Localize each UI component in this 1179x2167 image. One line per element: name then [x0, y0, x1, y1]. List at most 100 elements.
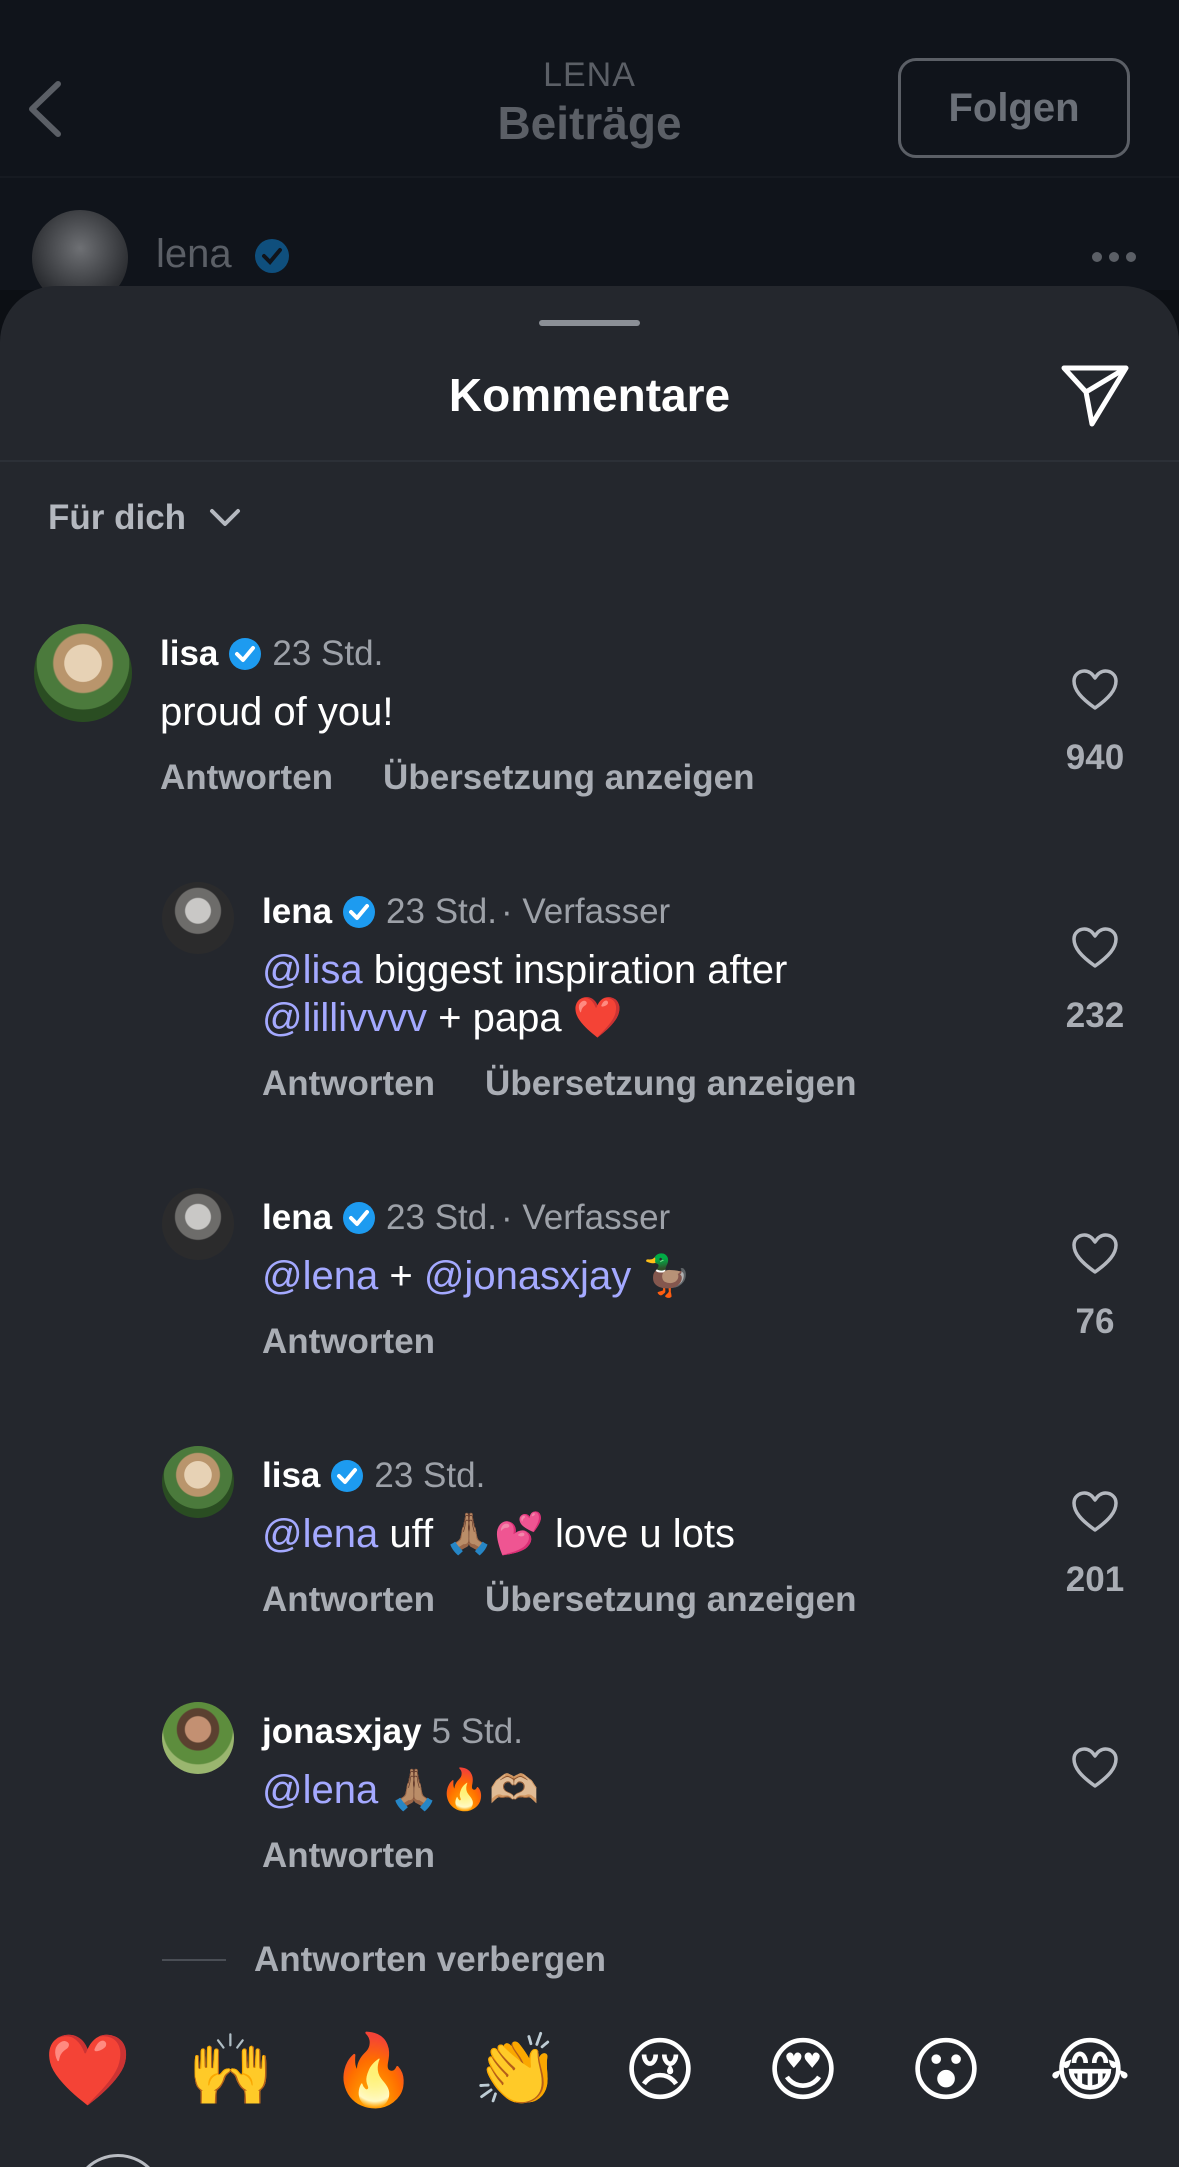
reply-button[interactable]: Antworten	[160, 758, 333, 798]
comment-time: 23 Std.	[374, 1456, 486, 1495]
comments-sheet: Kommentare Für dich lisa 23 Std. proud o…	[0, 286, 1179, 2167]
comment-time: 23 Std.	[272, 634, 384, 673]
commenter-username[interactable]: lena	[262, 1198, 332, 1238]
heart-icon[interactable]	[1071, 668, 1119, 712]
hide-replies-button[interactable]: Antworten verbergen	[162, 1940, 606, 1980]
comment-time: 5 Std.	[431, 1712, 523, 1751]
comment-actions: Antworten	[262, 1836, 435, 1876]
comment-body: + papa	[427, 996, 573, 1040]
thread-line	[162, 1959, 226, 1961]
reply-button[interactable]: Antworten	[262, 1064, 435, 1104]
like-count: 940	[1065, 738, 1125, 777]
like-count: 76	[1075, 1302, 1115, 1341]
like-control[interactable]	[1040, 1746, 1150, 1790]
pray-hearts-emoji: 🙏🏽💕	[444, 1511, 544, 1557]
share-send-icon[interactable]	[1060, 362, 1130, 428]
comment-body: love u lots	[543, 1512, 736, 1556]
post-author-username[interactable]: lena	[156, 232, 232, 277]
author-tag: · Verfasser	[500, 1198, 671, 1237]
mention-link[interactable]: @lena	[262, 1768, 378, 1812]
mention-link[interactable]: @lillivvvv	[262, 996, 427, 1040]
commenter-username[interactable]: lisa	[160, 634, 218, 674]
pray-fire-heart-hands-emoji: 🙏🏽🔥🫶🏼	[389, 1767, 539, 1813]
sheet-divider	[0, 460, 1179, 462]
duck-emoji: 🦆	[642, 1253, 693, 1299]
commenter-username[interactable]: lena	[262, 892, 332, 932]
reaction-surprised[interactable]: 😮	[896, 2020, 996, 2120]
comment-meta: jonasxjay 5 Std.	[262, 1712, 523, 1752]
comment-time: 23 Std.	[386, 1198, 497, 1237]
mention-link[interactable]: @lena	[262, 1254, 378, 1298]
comment-meta: lena 23 Std. · Verfasser	[262, 1198, 670, 1238]
like-control[interactable]: 940	[1040, 668, 1150, 778]
reaction-clapping[interactable]: 👏	[467, 2020, 567, 2120]
verified-badge-icon	[229, 638, 262, 670]
verified-badge-icon	[255, 239, 289, 273]
comment-time: 23 Std.	[386, 892, 497, 931]
heart-emoji: ❤️	[572, 995, 623, 1041]
comment-body: proud of you!	[160, 690, 394, 734]
comment-text: @lena 🙏🏽🔥🫶🏼	[262, 1766, 539, 1814]
reaction-laughing[interactable]: 😂	[1040, 2020, 1140, 2120]
comment-text: proud of you!	[160, 688, 394, 736]
verified-badge-icon	[331, 1460, 364, 1492]
verified-badge-icon	[343, 896, 376, 928]
reaction-raising-hands[interactable]: 🙌	[181, 2020, 281, 2120]
comment-actions: Antworten Übersetzung anzeigen	[262, 1580, 857, 1620]
sheet-title: Kommentare	[448, 369, 731, 421]
follow-button[interactable]: Folgen	[898, 58, 1130, 158]
comment-meta: lena 23 Std. · Verfasser	[262, 892, 670, 932]
heart-icon[interactable]	[1071, 1232, 1119, 1276]
mention-link[interactable]: @lena	[262, 1512, 378, 1556]
comment-text: @lena + @jonasxjay 🦆	[262, 1252, 692, 1300]
chevron-down-icon	[210, 509, 241, 526]
like-control[interactable]: 201	[1040, 1490, 1150, 1600]
reply-button[interactable]: Antworten	[262, 1322, 435, 1362]
comment-filter-dropdown[interactable]: Für dich	[48, 498, 242, 538]
more-options-icon[interactable]	[1090, 250, 1138, 264]
comment-meta: lisa 23 Std.	[262, 1456, 485, 1496]
show-translation-button[interactable]: Übersetzung anzeigen	[485, 1064, 856, 1104]
verified-badge-icon	[343, 1202, 376, 1234]
reply-button[interactable]: Antworten	[262, 1836, 435, 1876]
reaction-fire[interactable]: 🔥	[324, 2020, 424, 2120]
like-count: 232	[1065, 996, 1125, 1035]
reaction-heart[interactable]: ❤️	[38, 2020, 138, 2120]
like-control[interactable]: 76	[1040, 1232, 1150, 1342]
commenter-username[interactable]: lisa	[262, 1456, 320, 1496]
header-divider	[0, 176, 1179, 178]
hide-replies-label: Antworten verbergen	[254, 1940, 606, 1979]
commenter-avatar[interactable]	[162, 882, 234, 954]
reaction-crying[interactable]: 😢	[610, 2020, 710, 2120]
comment-body: +	[378, 1254, 424, 1298]
like-count: 201	[1065, 1560, 1125, 1599]
author-tag: · Verfasser	[500, 892, 671, 931]
show-translation-button[interactable]: Übersetzung anzeigen	[485, 1580, 856, 1620]
filter-label: Für dich	[48, 498, 187, 537]
sheet-grabber-handle[interactable]	[539, 320, 640, 326]
heart-icon[interactable]	[1071, 1746, 1119, 1790]
mention-link[interactable]: @jonasxjay	[424, 1254, 631, 1298]
comment-actions: Antworten Übersetzung anzeigen	[262, 1064, 857, 1104]
commenter-username[interactable]: jonasxjay	[262, 1712, 422, 1752]
show-translation-button[interactable]: Übersetzung anzeigen	[383, 758, 754, 798]
like-control[interactable]: 232	[1040, 926, 1150, 1036]
reaction-heart-eyes[interactable]: 😍	[753, 2020, 853, 2120]
commenter-avatar[interactable]	[162, 1188, 234, 1260]
quick-reactions-bar: ❤️ 🙌 🔥 👏 😢 😍 😮 😂	[0, 2020, 1179, 2167]
mention-link[interactable]: @lisa	[262, 948, 363, 992]
background-post-header: LENA Beiträge Folgen lena	[0, 0, 1179, 306]
heart-icon[interactable]	[1071, 926, 1119, 970]
reply-button[interactable]: Antworten	[262, 1580, 435, 1620]
comment-body: biggest inspiration after	[362, 948, 788, 992]
comment-actions: Antworten Übersetzung anzeigen	[160, 758, 755, 798]
commenter-avatar[interactable]	[34, 624, 132, 722]
comment-meta: lisa 23 Std.	[160, 634, 383, 674]
comment-text: @lena uff 🙏🏽💕 love u lots	[262, 1510, 735, 1558]
comment-body: uff	[378, 1512, 445, 1556]
heart-icon[interactable]	[1071, 1490, 1119, 1534]
commenter-avatar[interactable]	[162, 1702, 234, 1774]
commenter-avatar[interactable]	[162, 1446, 234, 1518]
comment-text: @lisa biggest inspiration after @lillivv…	[262, 946, 787, 1042]
comment-actions: Antworten	[262, 1322, 435, 1362]
